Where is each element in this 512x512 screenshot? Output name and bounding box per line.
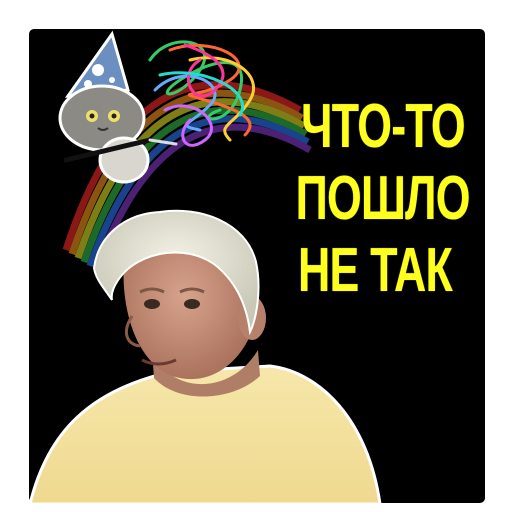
caption-line-3: НЕ ТАК [297, 236, 453, 305]
caption: ЧТО-ТО ПОШЛО НЕ ТАК [262, 96, 502, 312]
caption-line-1: ЧТО-ТО [301, 92, 465, 161]
sticker: ЧТО-ТО ПОШЛО НЕ ТАК [0, 0, 512, 512]
caption-line-2: ПОШЛО [295, 164, 471, 233]
